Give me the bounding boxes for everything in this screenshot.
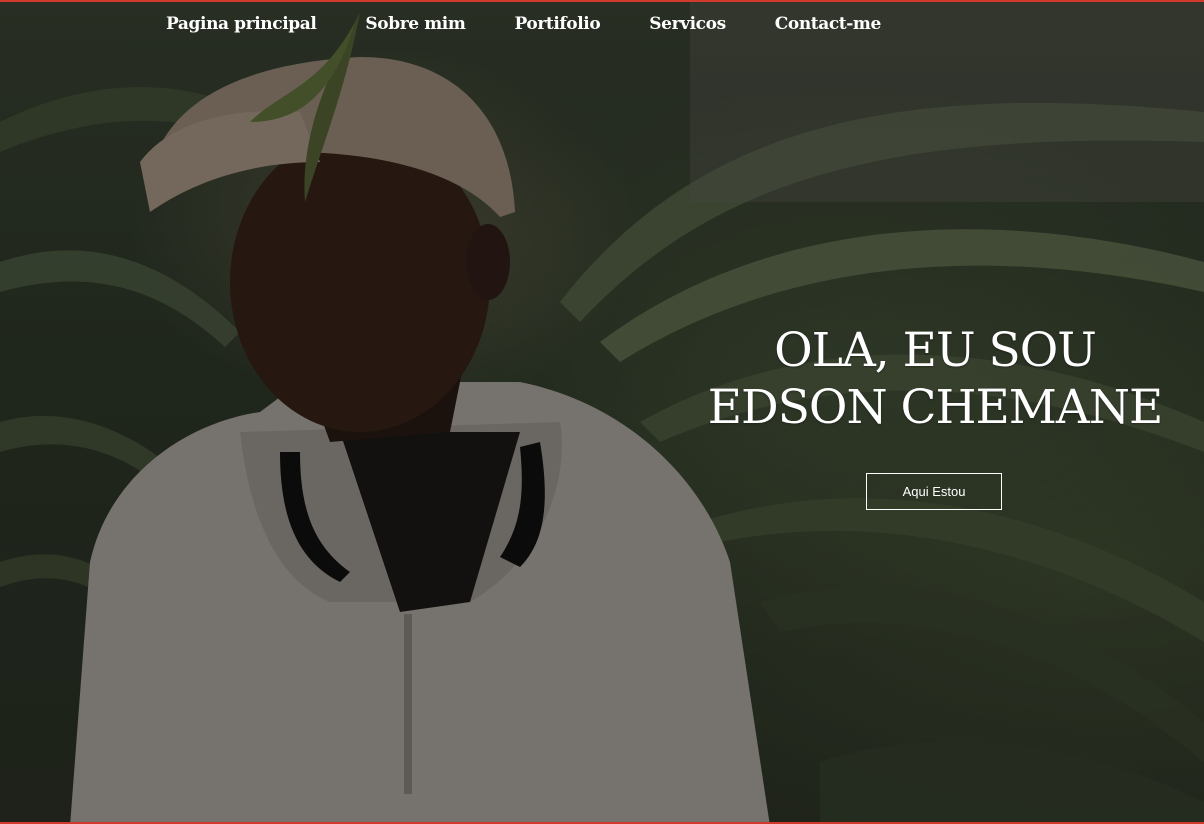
nav-item-pagina-principal[interactable]: Pagina principal — [166, 14, 317, 34]
main-nav: Pagina principal Sobre mim Portifolio Se… — [166, 14, 881, 34]
hero-headline-line2: EDSON CHEMANE — [707, 380, 1164, 435]
nav-item-servicos[interactable]: Servicos — [649, 14, 726, 34]
hero-section: Pagina principal Sobre mim Portifolio Se… — [0, 0, 1204, 824]
hero-headline: OLA, EU SOU EDSON CHEMANE — [700, 322, 1170, 436]
nav-item-contact-me[interactable]: Contact-me — [775, 14, 882, 34]
aqui-estou-button[interactable]: Aqui Estou — [866, 473, 1002, 510]
hero-headline-line1: OLA, EU SOU — [774, 323, 1097, 378]
nav-item-sobre-mim[interactable]: Sobre mim — [365, 14, 465, 34]
nav-item-portifolio[interactable]: Portifolio — [514, 14, 600, 34]
